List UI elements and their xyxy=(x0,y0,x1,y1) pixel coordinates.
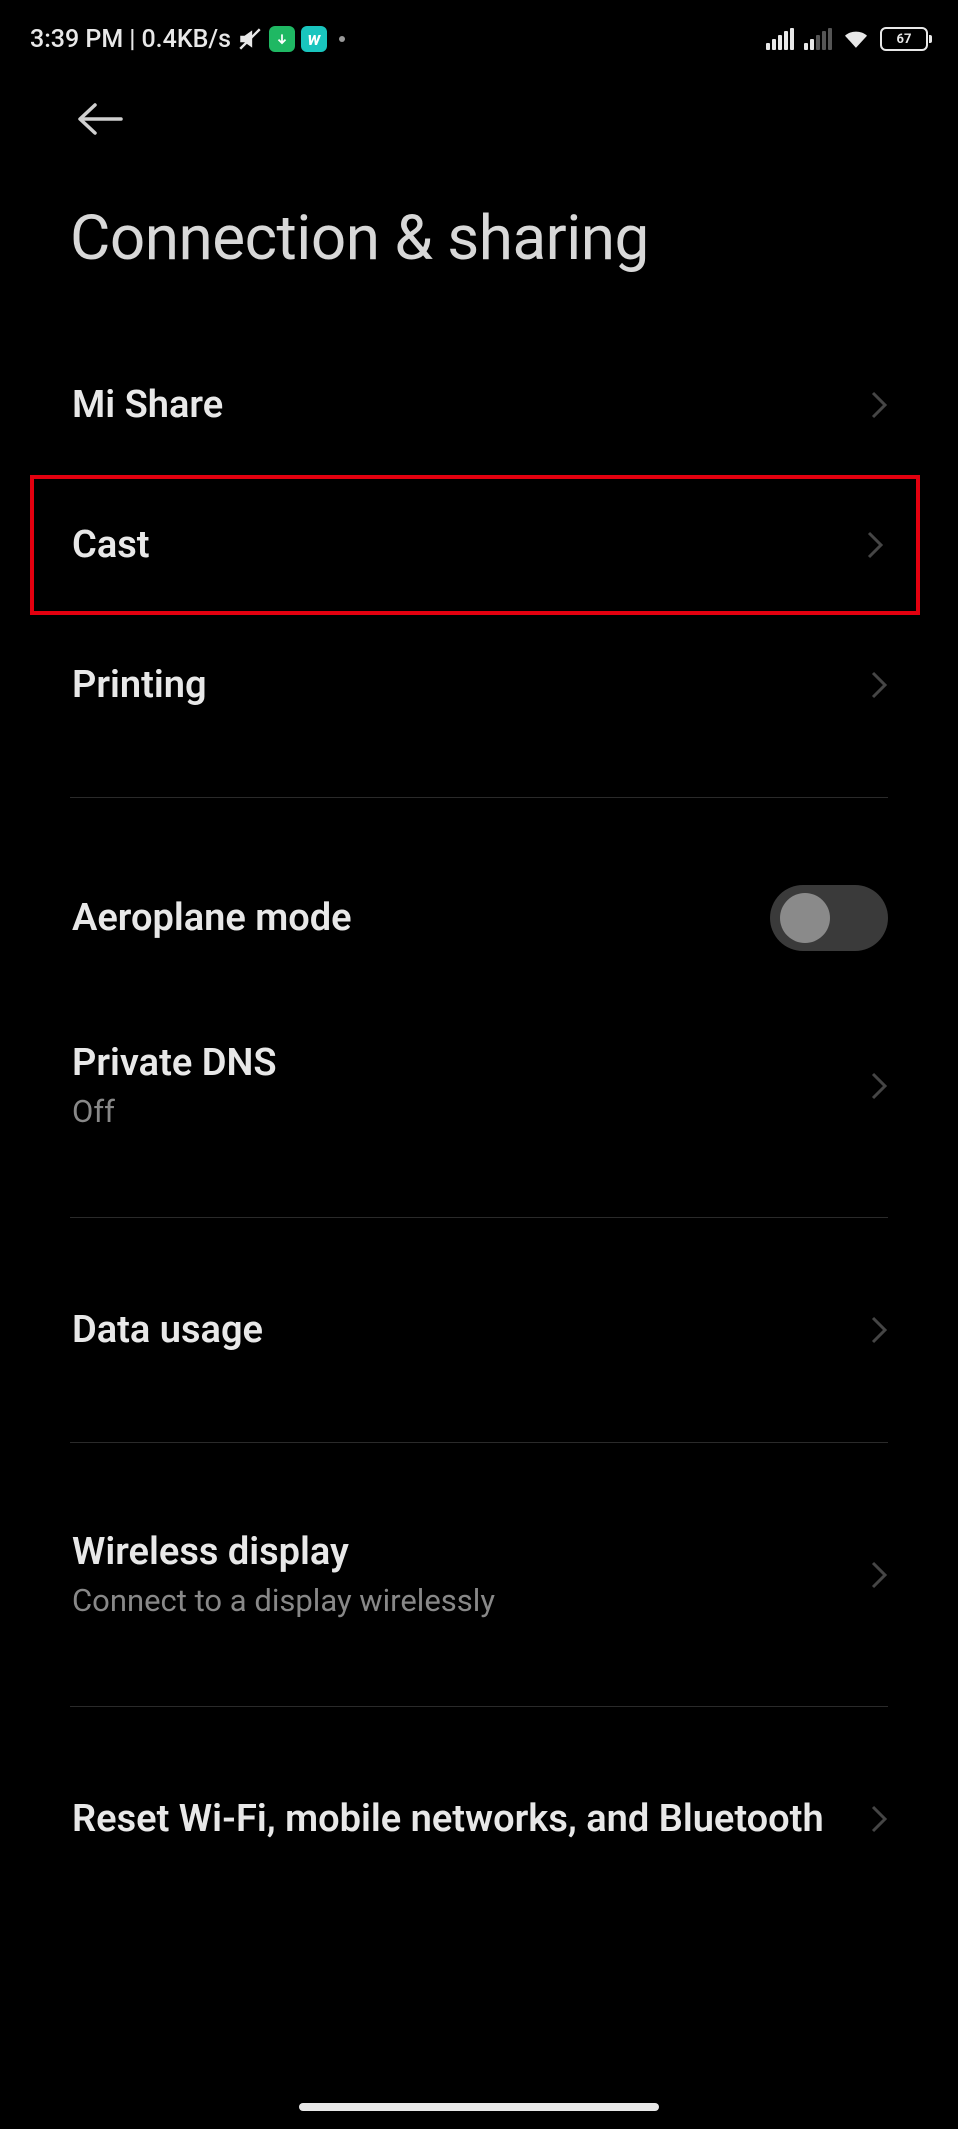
chevron-right-icon xyxy=(870,1560,888,1590)
divider xyxy=(70,1442,888,1443)
toggle-knob xyxy=(780,893,830,943)
signal-strength-1-icon xyxy=(766,28,794,50)
cast-label: Cast xyxy=(72,523,150,567)
chevron-right-icon xyxy=(870,390,888,420)
printing-label: Printing xyxy=(72,663,207,707)
mute-icon xyxy=(237,26,263,52)
wireless-display-subtitle: Connect to a display wirelessly xyxy=(72,1582,495,1619)
settings-list: Mi Share Cast Printing Aeroplane mode Pr… xyxy=(0,335,958,1889)
private-dns-label: Private DNS xyxy=(72,1041,277,1085)
status-bar: 3:39 PM | 0.4KB/s w xyxy=(0,0,958,70)
reset-networks-label: Reset Wi-Fi, mobile networks, and Blueto… xyxy=(72,1797,824,1841)
divider xyxy=(70,1706,888,1707)
more-notifications-dot xyxy=(339,36,345,42)
divider xyxy=(70,1217,888,1218)
chevron-right-icon xyxy=(870,1804,888,1834)
status-network-speed: 0.4KB/s xyxy=(141,25,231,54)
chevron-right-icon xyxy=(866,530,884,560)
divider xyxy=(70,797,888,798)
cast-row[interactable]: Cast xyxy=(30,475,920,615)
printing-row[interactable]: Printing xyxy=(0,615,958,755)
page-title: Connection & sharing xyxy=(0,142,958,335)
aeroplane-mode-toggle[interactable] xyxy=(770,885,888,951)
aeroplane-mode-row[interactable]: Aeroplane mode xyxy=(0,840,958,996)
wireless-display-row[interactable]: Wireless display Connect to a display wi… xyxy=(0,1485,958,1664)
signal-strength-2-icon xyxy=(804,28,832,50)
mi-share-row[interactable]: Mi Share xyxy=(0,335,958,475)
chevron-right-icon xyxy=(870,1071,888,1101)
aeroplane-mode-label: Aeroplane mode xyxy=(72,896,352,940)
data-usage-row[interactable]: Data usage xyxy=(0,1260,958,1400)
app-icon-2: w xyxy=(301,26,327,52)
back-arrow-icon xyxy=(75,100,125,138)
home-indicator[interactable] xyxy=(299,2103,659,2111)
wireless-display-label: Wireless display xyxy=(72,1530,495,1574)
status-left: 3:39 PM | 0.4KB/s w xyxy=(30,25,345,54)
private-dns-status: Off xyxy=(72,1093,277,1130)
app-icon-1 xyxy=(269,26,295,52)
status-right: 67 xyxy=(766,27,928,51)
back-button[interactable] xyxy=(0,70,958,142)
data-usage-label: Data usage xyxy=(72,1308,263,1352)
wifi-icon xyxy=(842,28,870,50)
status-time: 3:39 PM xyxy=(30,25,123,54)
battery-icon: 67 xyxy=(880,27,928,51)
mi-share-label: Mi Share xyxy=(72,383,223,427)
battery-level: 67 xyxy=(897,32,912,47)
private-dns-row[interactable]: Private DNS Off xyxy=(0,996,958,1175)
chevron-right-icon xyxy=(870,670,888,700)
chevron-right-icon xyxy=(870,1315,888,1345)
reset-networks-row[interactable]: Reset Wi-Fi, mobile networks, and Blueto… xyxy=(0,1749,958,1889)
